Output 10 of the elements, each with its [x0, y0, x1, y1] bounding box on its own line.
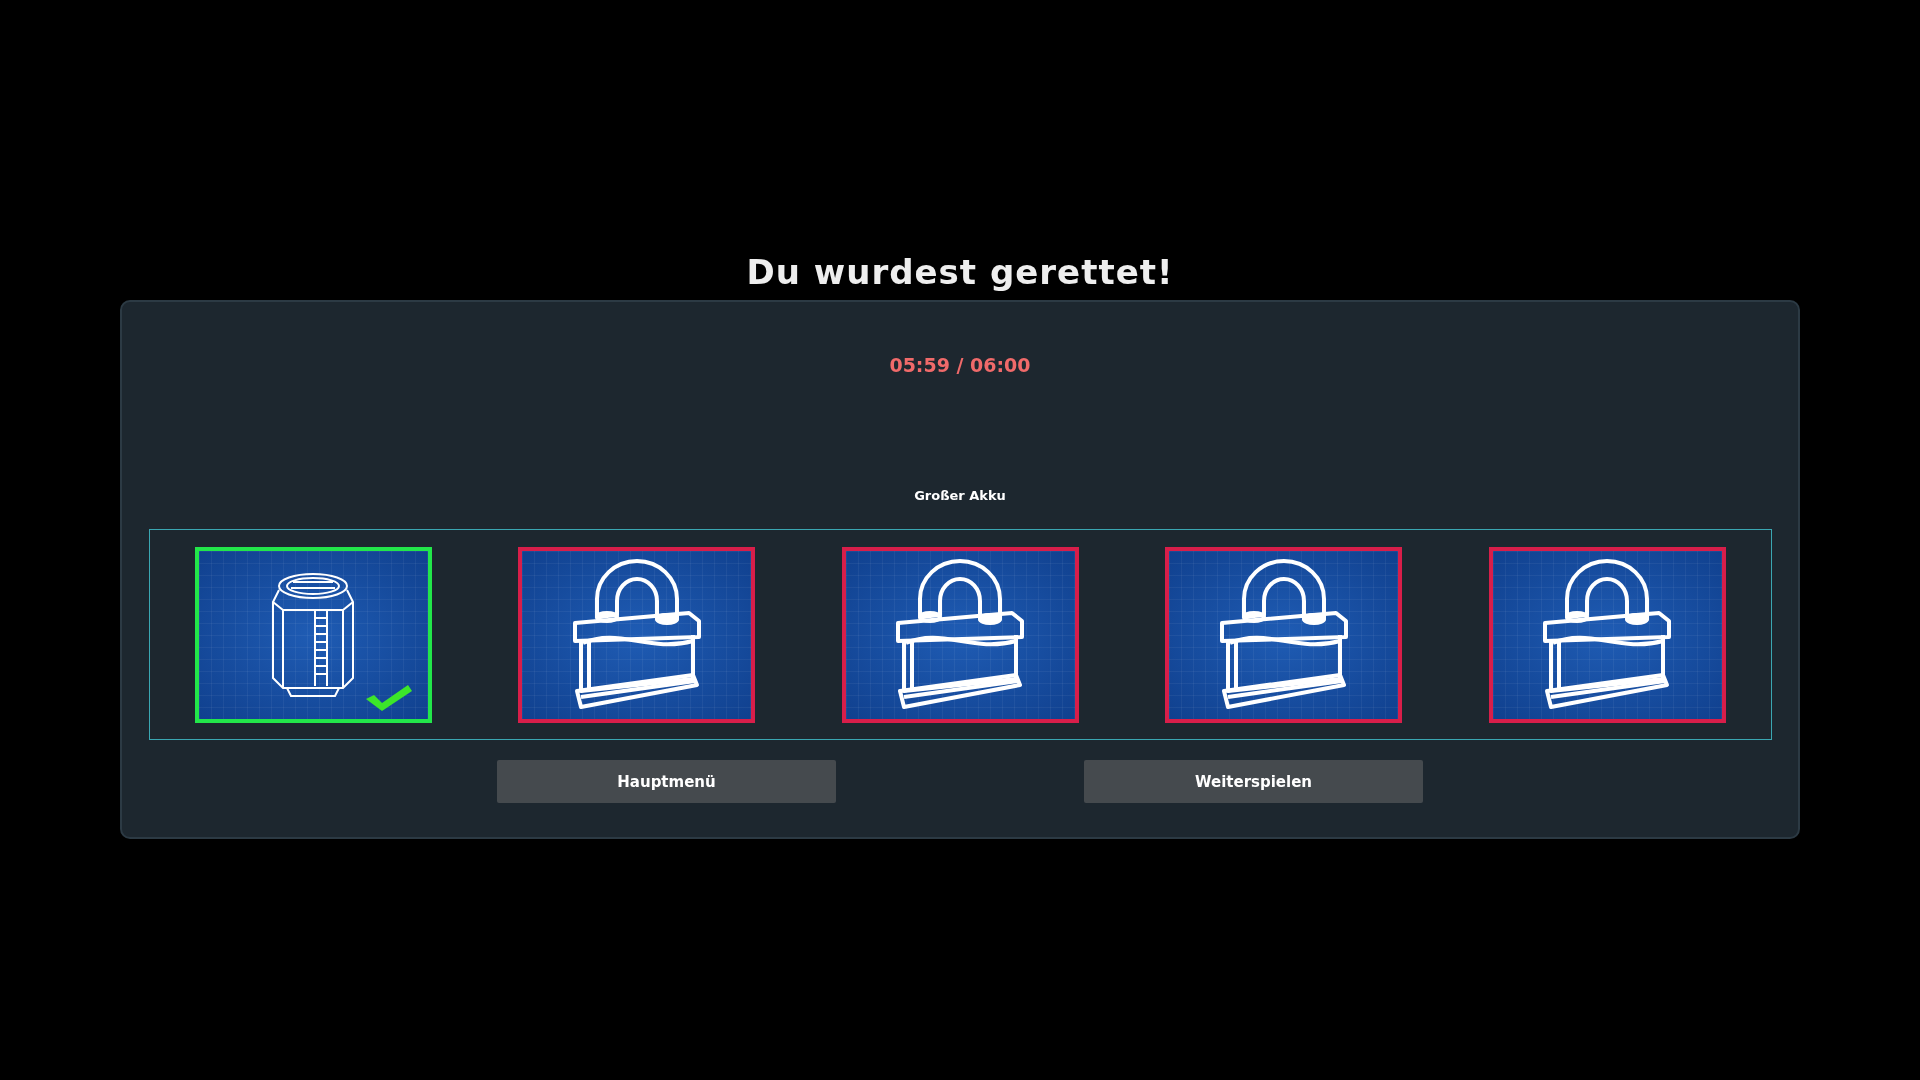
reward-slot[interactable]: [194, 546, 432, 723]
reward-slot[interactable]: [841, 546, 1079, 723]
item-name: Großer Akku: [914, 488, 1006, 504]
reward-slot[interactable]: [1165, 546, 1402, 723]
reward-slot[interactable]: [518, 546, 755, 723]
reward-slot[interactable]: [1488, 546, 1726, 723]
menu-button[interactable]: Weiterspielen: [1084, 760, 1423, 803]
screen-title: Du wurdest gerettet!: [746, 252, 1174, 292]
menu-button[interactable]: Hauptmenü: [497, 760, 836, 803]
time-readout: 05:59 / 06:00: [889, 354, 1031, 376]
